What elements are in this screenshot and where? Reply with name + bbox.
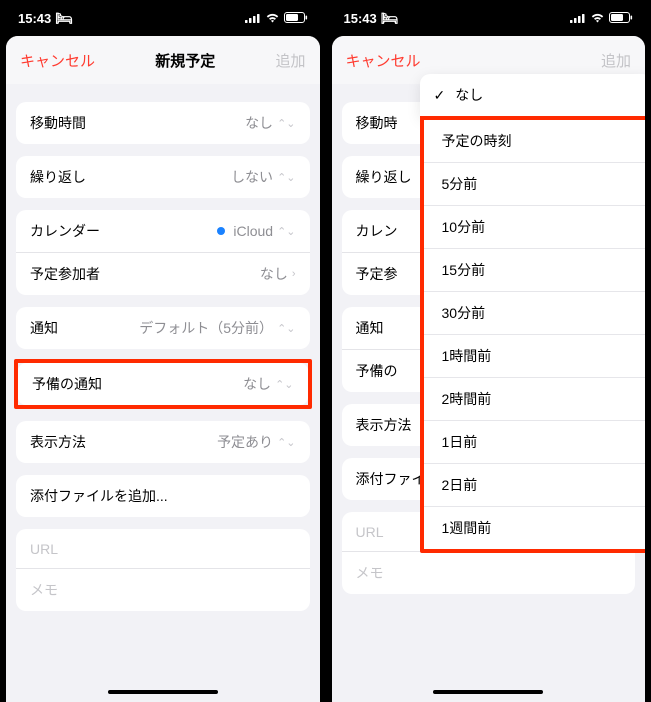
row-url[interactable]: URL	[16, 529, 310, 569]
status-icons	[245, 11, 308, 26]
phone-right: 15:43 🛏 キャンセル 追加 移動時	[326, 0, 651, 702]
status-icons	[570, 11, 633, 26]
row-memo[interactable]: メモ	[342, 552, 636, 594]
popup-option[interactable]: 1時間前	[424, 334, 646, 377]
dnd-bed-icon: 🛏	[381, 10, 399, 27]
wifi-icon	[590, 11, 605, 26]
placeholder-memo: メモ	[30, 580, 58, 600]
updown-icon: ⌃⌄	[277, 171, 295, 184]
calendar-dot-icon	[217, 227, 225, 235]
modal-sheet: キャンセル 新規予定 追加 移動時間 なし ⌃⌄ 繰り返し しない ⌃⌄ カレンダー	[6, 36, 320, 702]
label-show-as: 表示方法	[356, 415, 412, 435]
value-calendar: iCloud	[233, 223, 273, 239]
value-repeat: しない	[231, 167, 273, 187]
label-invitees: 予定参	[356, 264, 398, 284]
row-memo[interactable]: メモ	[16, 569, 310, 611]
popup-option[interactable]: 1週間前	[424, 506, 646, 549]
highlight-second-alert: 予備の通知 なし ⌃⌄	[14, 359, 312, 409]
label-alert: 通知	[30, 318, 58, 338]
label-second-alert: 予備の	[356, 361, 398, 381]
row-attachment[interactable]: 添付ファイルを追加...	[16, 475, 310, 517]
row-show-as[interactable]: 表示方法 予定あり ⌃⌄	[16, 421, 310, 463]
label-calendar: カレンダー	[30, 221, 100, 241]
row-calendar[interactable]: カレンダー iCloud ⌃⌄	[16, 210, 310, 253]
row-alert[interactable]: 通知 デフォルト（5分前） ⌃⌄	[16, 307, 310, 349]
modal-sheet: キャンセル 追加 移動時 繰り返し カレン	[332, 36, 646, 702]
row-invitees[interactable]: 予定参加者 なし ›	[16, 253, 310, 295]
nav-title: 新規予定	[155, 50, 215, 71]
row-travel-time[interactable]: 移動時間 なし ⌃⌄	[16, 102, 310, 144]
group-attachment: 添付ファイルを追加...	[16, 475, 310, 517]
value-alert: デフォルト（5分前）	[139, 318, 273, 338]
alert-options-popup: ✓ なし 予定の時刻 5分前 10分前 15分前 30分前 1時間前 2時間前 …	[420, 74, 646, 553]
label-attachment: 添付ファイルを追加...	[30, 486, 168, 506]
popup-option[interactable]: 15分前	[424, 248, 646, 291]
value-second-alert: なし	[243, 374, 271, 394]
popup-option[interactable]: 2時間前	[424, 377, 646, 420]
status-time: 15:43	[18, 11, 51, 26]
updown-icon: ⌃⌄	[277, 322, 295, 335]
form-content: 移動時間 なし ⌃⌄ 繰り返し しない ⌃⌄ カレンダー iCloud ⌃⌄ 予定参加…	[6, 84, 320, 702]
home-indicator[interactable]	[433, 690, 543, 694]
status-bar: 15:43 🛏	[0, 0, 326, 36]
label-travel-time: 移動時	[356, 113, 398, 133]
row-repeat[interactable]: 繰り返し しない ⌃⌄	[16, 156, 310, 198]
add-button[interactable]: 追加	[275, 50, 305, 71]
highlight-popup-options: 予定の時刻 5分前 10分前 15分前 30分前 1時間前 2時間前 1日前 2…	[420, 116, 646, 553]
popup-option[interactable]: 2日前	[424, 463, 646, 506]
battery-icon	[284, 11, 308, 26]
chevron-right-icon: ›	[292, 268, 296, 280]
value-travel-time: なし	[245, 113, 273, 133]
updown-icon: ⌃⌄	[275, 378, 293, 391]
popup-option[interactable]: 30分前	[424, 291, 646, 334]
cancel-button[interactable]: キャンセル	[20, 50, 95, 71]
label-invitees: 予定参加者	[30, 264, 100, 284]
label-repeat: 繰り返し	[356, 167, 412, 187]
group-calendar: カレンダー iCloud ⌃⌄ 予定参加者 なし ›	[16, 210, 310, 295]
updown-icon: ⌃⌄	[277, 225, 295, 238]
status-time: 15:43	[344, 11, 377, 26]
label-calendar: カレン	[356, 221, 398, 241]
value-show-as: 予定あり	[217, 432, 273, 452]
updown-icon: ⌃⌄	[277, 436, 295, 449]
label-show-as: 表示方法	[30, 432, 86, 452]
wifi-icon	[265, 11, 280, 26]
group-repeat: 繰り返し しない ⌃⌄	[16, 156, 310, 198]
label-travel-time: 移動時間	[30, 113, 86, 133]
home-indicator[interactable]	[108, 690, 218, 694]
nav-bar: キャンセル 新規予定 追加	[6, 36, 320, 84]
popup-option[interactable]: 1日前	[424, 420, 646, 463]
dnd-bed-icon: 🛏	[55, 10, 73, 27]
group-alert: 通知 デフォルト（5分前） ⌃⌄	[16, 307, 310, 349]
group-travel: 移動時間 なし ⌃⌄	[16, 102, 310, 144]
label-alert: 通知	[356, 318, 384, 338]
popup-selected-label: なし	[455, 85, 483, 105]
signal-icon	[570, 11, 586, 26]
label-repeat: 繰り返し	[30, 167, 86, 187]
signal-icon	[245, 11, 261, 26]
placeholder-url: URL	[356, 524, 384, 540]
status-bar: 15:43 🛏	[326, 0, 651, 36]
placeholder-memo: メモ	[356, 563, 384, 583]
label-second-alert: 予備の通知	[32, 374, 102, 394]
cancel-button[interactable]: キャンセル	[346, 50, 421, 71]
placeholder-url: URL	[30, 541, 58, 557]
popup-option[interactable]: 予定の時刻	[424, 120, 646, 162]
checkmark-icon: ✓	[434, 87, 446, 104]
updown-icon: ⌃⌄	[277, 117, 295, 130]
phone-left: 15:43 🛏 キャンセル 新規予定 追加 移動時間 なし ⌃⌄	[0, 0, 326, 702]
row-second-alert[interactable]: 予備の通知 なし ⌃⌄	[18, 363, 308, 405]
popup-option[interactable]: 5分前	[424, 162, 646, 205]
battery-icon	[609, 11, 633, 26]
group-show-as: 表示方法 予定あり ⌃⌄	[16, 421, 310, 463]
value-invitees: なし	[260, 264, 288, 284]
popup-selected-row[interactable]: ✓ なし	[420, 74, 646, 116]
group-url-memo: URL メモ	[16, 529, 310, 611]
add-button[interactable]: 追加	[601, 50, 631, 71]
popup-option[interactable]: 10分前	[424, 205, 646, 248]
